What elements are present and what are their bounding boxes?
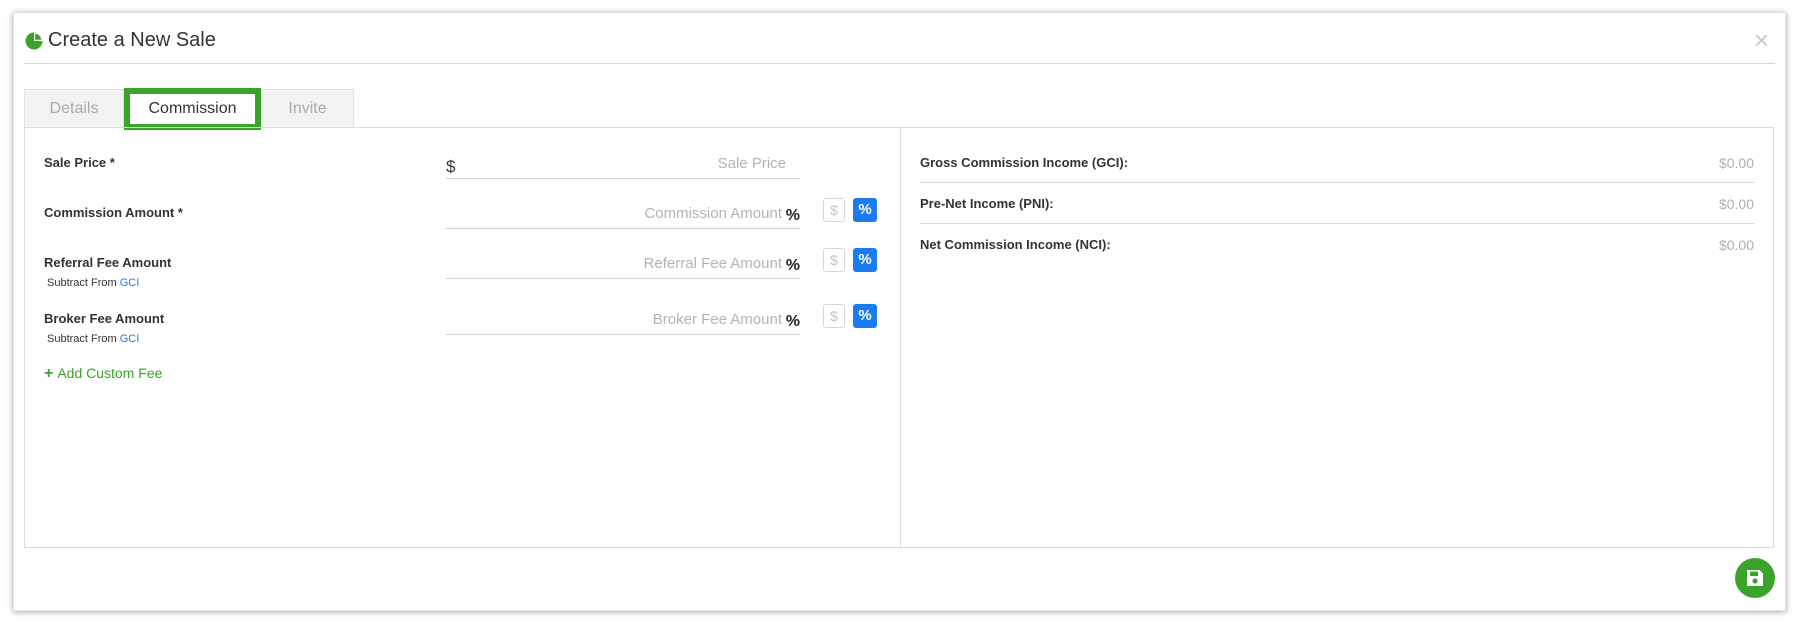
summary-divider bbox=[920, 182, 1754, 183]
header-divider bbox=[24, 63, 1775, 64]
commission-panel bbox=[24, 127, 1774, 548]
sale-price-label: Sale Price * bbox=[44, 155, 115, 170]
referral-fee-label: Referral Fee Amount bbox=[44, 255, 172, 270]
modal-title: Create a New Sale bbox=[48, 29, 216, 51]
tab-invite[interactable]: Invite bbox=[261, 89, 354, 127]
pni-value: $0.00 bbox=[1718, 196, 1754, 212]
commission-amount-label: Commission Amount * bbox=[44, 205, 183, 220]
add-custom-fee-link[interactable]: + Add Custom Fee bbox=[44, 365, 162, 383]
referral-subtract-gci-link[interactable]: GCI bbox=[120, 277, 140, 289]
floppy-disk-icon bbox=[1747, 570, 1763, 586]
save-button[interactable] bbox=[1735, 558, 1775, 598]
subtract-from-text: Subtract From bbox=[47, 333, 117, 345]
nci-label: Net Commission Income (NCI): bbox=[920, 237, 1111, 252]
referral-fee-field: % bbox=[446, 248, 800, 279]
add-custom-fee-label: Add Custom Fee bbox=[57, 365, 163, 381]
broker-fee-field: % bbox=[446, 304, 800, 335]
gci-value: $0.00 bbox=[1718, 155, 1754, 171]
subtract-from-text: Subtract From bbox=[47, 277, 117, 289]
pni-label: Pre-Net Income (PNI): bbox=[920, 196, 1054, 211]
nci-value: $0.00 bbox=[1718, 237, 1754, 253]
referral-subtract-note: Subtract From GCI bbox=[47, 277, 139, 289]
referral-dollar-toggle[interactable]: $ bbox=[823, 248, 845, 272]
broker-fee-input[interactable] bbox=[446, 304, 782, 334]
sale-price-field: $ bbox=[446, 148, 800, 179]
sale-price-input[interactable] bbox=[446, 148, 786, 178]
broker-fee-label: Broker Fee Amount bbox=[44, 311, 165, 326]
percent-suffix: % bbox=[785, 313, 800, 330]
tab-commission[interactable]: Commission bbox=[124, 88, 261, 130]
commission-percent-toggle[interactable]: % bbox=[853, 198, 877, 222]
percent-suffix: % bbox=[785, 207, 800, 224]
referral-fee-input[interactable] bbox=[446, 248, 782, 278]
commission-dollar-toggle[interactable]: $ bbox=[823, 198, 845, 222]
commission-amount-field: % bbox=[446, 198, 800, 229]
modal-header: Create a New Sale × bbox=[14, 13, 1785, 63]
referral-percent-toggle[interactable]: % bbox=[853, 248, 877, 272]
broker-subtract-note: Subtract From GCI bbox=[47, 333, 139, 345]
close-icon[interactable]: × bbox=[1754, 27, 1769, 53]
gci-label: Gross Commission Income (GCI): bbox=[920, 155, 1129, 170]
pie-chart-icon bbox=[25, 32, 43, 50]
summary-divider bbox=[920, 223, 1754, 224]
tab-details[interactable]: Details bbox=[24, 89, 124, 127]
broker-percent-toggle[interactable]: % bbox=[853, 304, 877, 328]
commission-amount-input[interactable] bbox=[446, 198, 782, 228]
broker-subtract-gci-link[interactable]: GCI bbox=[120, 333, 140, 345]
percent-suffix: % bbox=[785, 257, 800, 274]
plus-icon: + bbox=[44, 365, 54, 382]
column-divider bbox=[900, 127, 901, 548]
broker-dollar-toggle[interactable]: $ bbox=[823, 304, 845, 328]
